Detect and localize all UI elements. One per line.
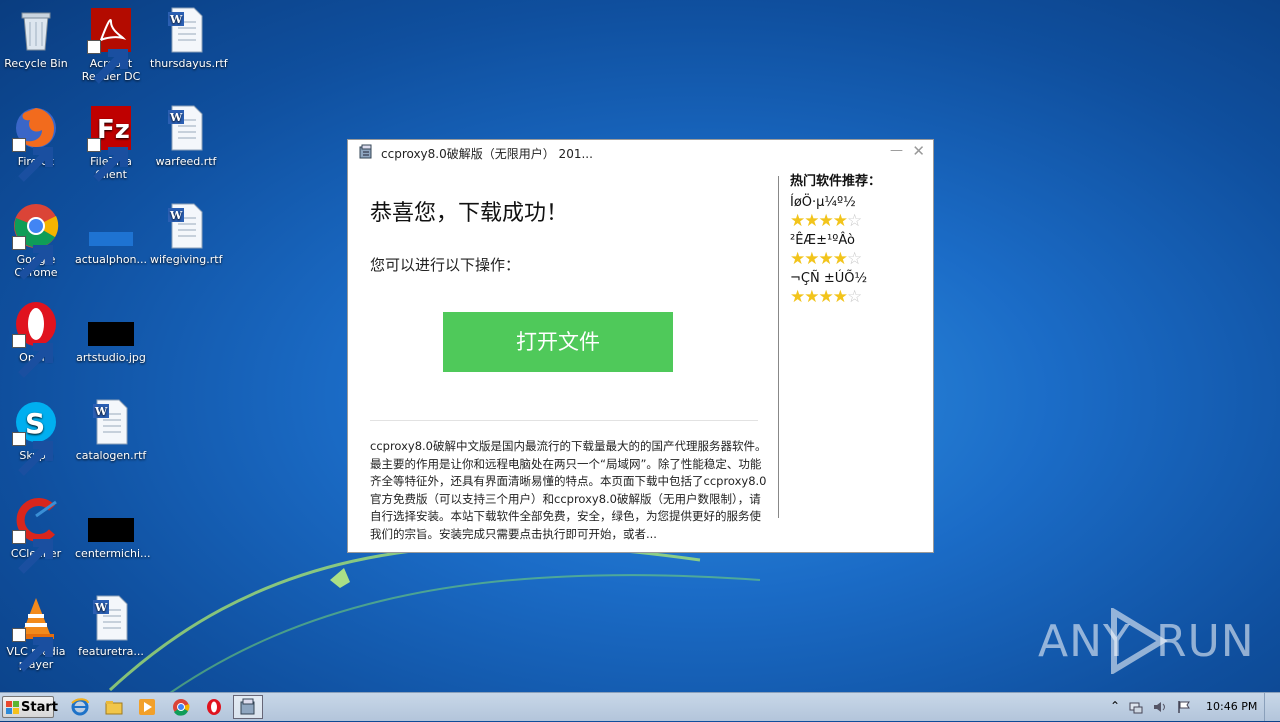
star-rating: ★★★★☆ [790, 249, 862, 269]
divider [370, 420, 758, 421]
watermark-right: RUN [1156, 616, 1255, 667]
dialog-titlebar[interactable]: ccproxy8.0破解版（无限用户） 201... — ✕ [348, 140, 933, 166]
installer-app-icon [359, 144, 372, 159]
network-icon[interactable] [1128, 699, 1144, 715]
svg-text:W: W [94, 405, 108, 418]
desktop-icon-catalogen[interactable]: W catalogen.rtf [75, 398, 147, 462]
desktop-icon-acrobat[interactable]: Acrobat Reader DC [75, 6, 147, 84]
icon-label: featuretra... [78, 645, 144, 658]
desktop-icon-firefox[interactable]: Firefox [0, 104, 72, 182]
installer-icon [240, 698, 255, 715]
icon-label: thursdayus.rtf [150, 57, 228, 70]
desktop-icon-actualphon[interactable]: actualphon... [75, 202, 147, 266]
desktop-icon-warfeed[interactable]: W warfeed.rtf [150, 104, 222, 168]
svg-text:W: W [169, 13, 183, 26]
clock[interactable]: 10:46 PM [1206, 700, 1257, 713]
recycle-bin-icon [21, 12, 51, 51]
recommend-item[interactable]: ²ÊÆ±¹ºÂò ★★★★☆ [790, 233, 930, 271]
word-doc-icon: W [168, 203, 203, 249]
desktop-icon-filezilla[interactable]: Fz FileZilla Client [75, 104, 147, 182]
star-rating: ★★★★☆ [790, 211, 862, 231]
recommend-item[interactable]: ¬ÇÑ ±ÚÕ½ ★★★★☆ [790, 271, 930, 309]
tray-expand-icon[interactable]: ⌃ [1110, 699, 1120, 713]
chrome-icon[interactable] [171, 697, 191, 717]
windows-logo-icon [6, 701, 19, 714]
icon-label: artstudio.jpg [76, 351, 146, 364]
icon-label: wifegiving.rtf [150, 253, 223, 266]
svg-text:W: W [169, 209, 183, 222]
desktop-icon-wifegiving[interactable]: W wifegiving.rtf [150, 202, 222, 266]
desktop-icon-centermichi[interactable]: centermichi... [75, 496, 151, 560]
open-file-button[interactable]: 打开文件 [443, 312, 673, 372]
blank-file-icon [89, 232, 133, 246]
dialog-title: ccproxy8.0破解版（无限用户） 201... [381, 147, 593, 161]
start-label: Start [21, 700, 58, 715]
desktop-icon-opera[interactable]: Opera [0, 300, 72, 378]
start-button[interactable]: Start [2, 696, 58, 718]
taskbar: Start ⌃ 10:46 PM [0, 692, 1280, 721]
volume-icon[interactable] [1152, 699, 1168, 715]
icon-label: catalogen.rtf [75, 449, 147, 462]
media-player-icon[interactable] [137, 697, 157, 717]
taskbar-active-installer[interactable] [233, 695, 263, 719]
recommend-item[interactable]: ÍøÖ·µ¼º½ ★★★★☆ [790, 195, 930, 233]
icon-label: Recycle Bin [4, 57, 68, 70]
desktop-icon-thursdayus[interactable]: W thursdayus.rtf [150, 6, 228, 70]
word-doc-icon: W [168, 105, 203, 151]
desktop-icon-skype[interactable]: S Skype [0, 398, 72, 476]
icon-label: centermichi... [75, 547, 151, 560]
word-doc-icon: W [93, 595, 128, 641]
word-doc-icon: W [168, 7, 203, 53]
svg-text:W: W [169, 111, 183, 124]
success-heading: 恭喜您，下载成功！ [370, 201, 569, 226]
software-description: ccproxy8.0破解中文版是国内最流行的下载量最大的的国产代理服务器软件。最… [370, 439, 767, 541]
desktop-icon-recycle-bin[interactable]: Recycle Bin [0, 6, 72, 70]
actions-subheading: 您可以进行以下操作： [370, 256, 521, 274]
action-center-flag-icon[interactable] [1176, 699, 1192, 715]
desktop-icon-artstudio[interactable]: artstudio.jpg [75, 300, 147, 364]
desktop-icon-ccleaner[interactable]: CCleaner [0, 496, 72, 574]
sidebar-title: 热门软件推荐： [790, 174, 882, 189]
show-desktop-button[interactable] [1264, 693, 1280, 721]
image-thumbnail-icon [88, 322, 134, 346]
image-thumbnail-icon [88, 518, 134, 542]
close-button[interactable]: ✕ [912, 142, 925, 160]
icon-label: actualphon... [75, 253, 148, 266]
recommend-sidebar: 热门软件推荐： ÍøÖ·µ¼º½ ★★★★☆ ²ÊÆ±¹ºÂò ★★★★☆ ¬Ç… [790, 170, 930, 309]
ie-icon[interactable] [70, 697, 90, 717]
download-success-dialog: ccproxy8.0破解版（无限用户） 201... — ✕ 恭喜您，下载成功！… [347, 139, 934, 553]
minimize-button[interactable]: — [890, 143, 903, 158]
star-rating: ★★★★☆ [790, 287, 862, 307]
icon-label: warfeed.rtf [155, 155, 217, 168]
desktop-icon-featuretra[interactable]: W featuretra... [75, 594, 147, 658]
sidebar-separator [778, 176, 779, 518]
svg-text:W: W [94, 601, 108, 614]
desktop-icon-chrome[interactable]: Google Chrome [0, 202, 72, 280]
desktop-icon-vlc[interactable]: VLC media player [0, 594, 72, 672]
anyrun-watermark: ANY RUN [1038, 606, 1254, 676]
word-doc-icon: W [93, 399, 128, 445]
explorer-icon[interactable] [104, 697, 124, 717]
opera-icon[interactable] [204, 697, 224, 717]
